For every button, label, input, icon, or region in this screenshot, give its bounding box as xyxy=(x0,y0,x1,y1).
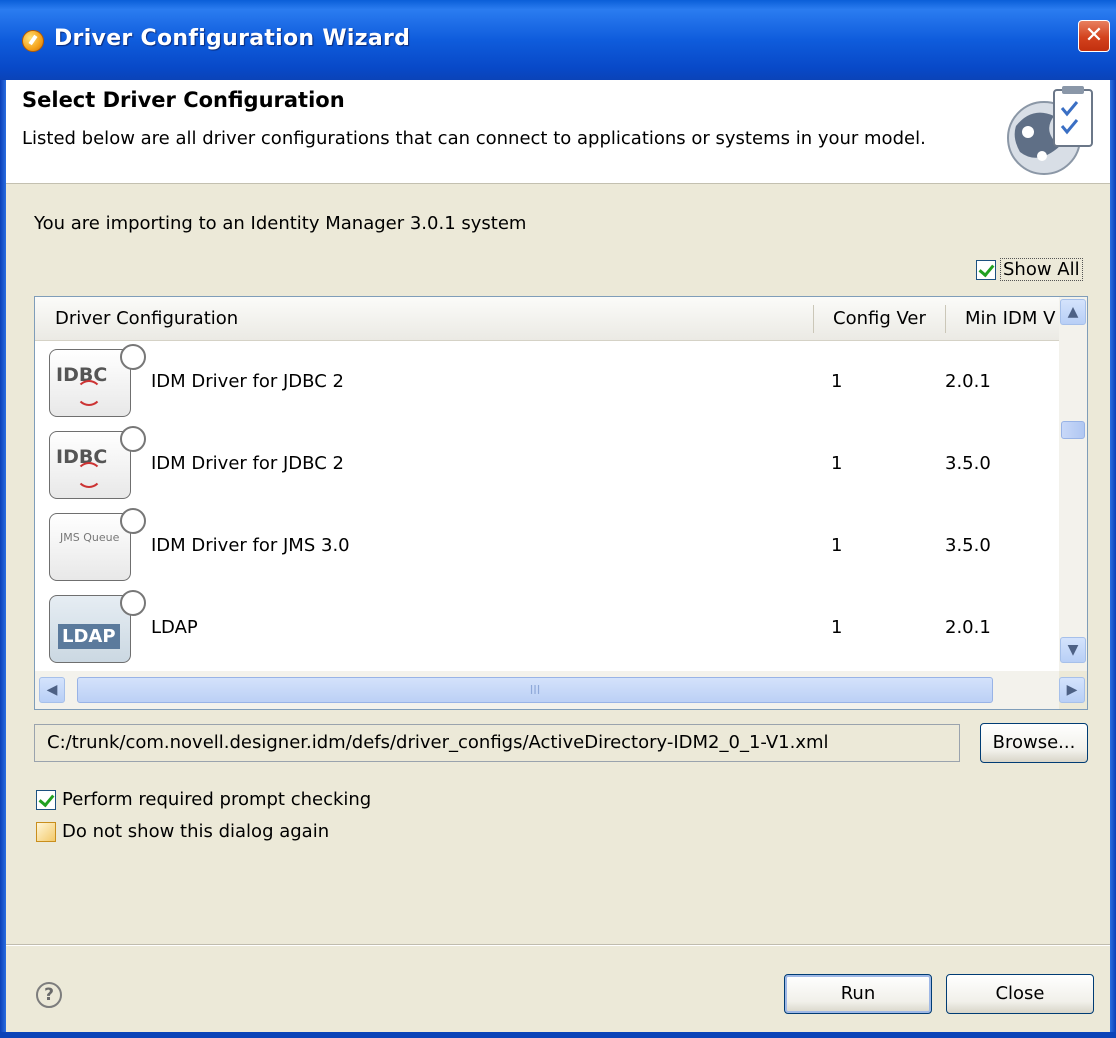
help-icon[interactable]: ? xyxy=(36,982,62,1008)
column-header-config-ver[interactable]: Config Ver xyxy=(833,297,941,341)
table-row[interactable]: IDBC IDM Driver for JDBC 2 1 2.0.1 xyxy=(35,341,1059,423)
table-row[interactable]: JMS Queue IDM Driver for JMS 3.0 1 3.5.0 xyxy=(35,505,1059,587)
driver-name: LDAP xyxy=(151,617,198,638)
window-frame-left xyxy=(0,80,6,1038)
jdbc-driver-icon: IDBC xyxy=(49,426,146,499)
driver-configuration-table: Driver Configuration Config Ver Min IDM … xyxy=(34,296,1088,710)
perform-prompt-checking-checkbox[interactable] xyxy=(36,790,56,810)
table-row[interactable]: IDBC IDM Driver for JDBC 2 1 3.5.0 xyxy=(35,423,1059,505)
vertical-scrollbar[interactable]: ▲ ▼ xyxy=(1059,297,1087,671)
column-header-driver-configuration[interactable]: Driver Configuration xyxy=(55,297,815,341)
driver-name: IDM Driver for JDBC 2 xyxy=(151,371,344,392)
run-button[interactable]: Run xyxy=(784,974,932,1014)
show-all-label[interactable]: Show All xyxy=(1000,258,1083,281)
perform-prompt-checking-label[interactable]: Perform required prompt checking xyxy=(62,789,371,810)
close-button[interactable]: Close xyxy=(946,974,1094,1014)
scroll-up-icon[interactable]: ▲ xyxy=(1060,299,1086,325)
jms-driver-icon: JMS Queue xyxy=(49,508,146,581)
driver-configuration-wizard-window: Driver Configuration Wizard ✕ Select Dri… xyxy=(0,0,1116,1038)
browse-button[interactable]: Browse... xyxy=(980,723,1088,763)
window-frame-bottom xyxy=(0,1032,1116,1038)
driver-name: IDM Driver for JDBC 2 xyxy=(151,453,344,474)
min-idm-version: 3.5.0 xyxy=(945,535,991,556)
column-header-min-idm-version[interactable]: Min IDM V xyxy=(965,297,1059,341)
config-version: 1 xyxy=(831,535,843,556)
table-row[interactable]: LDAP LDAP 1 2.0.1 xyxy=(35,587,1059,669)
driver-name: IDM Driver for JMS 3.0 xyxy=(151,535,350,556)
page-description: Listed below are all driver configuratio… xyxy=(22,128,926,149)
column-divider[interactable] xyxy=(945,305,946,333)
status-badge-icon xyxy=(120,508,146,534)
scroll-down-icon[interactable]: ▼ xyxy=(1060,637,1086,663)
do-not-show-again-checkbox[interactable] xyxy=(36,822,56,842)
vertical-scroll-thumb[interactable] xyxy=(1061,421,1085,439)
wizard-globe-icon xyxy=(22,30,44,52)
status-badge-icon xyxy=(120,344,146,370)
config-version: 1 xyxy=(831,617,843,638)
scroll-right-icon[interactable]: ▶ xyxy=(1059,677,1085,703)
window-title: Driver Configuration Wizard xyxy=(54,26,411,51)
config-version: 1 xyxy=(831,453,843,474)
horizontal-scrollbar[interactable]: ◀ III xyxy=(35,671,1059,709)
status-badge-icon xyxy=(120,426,146,452)
horizontal-scroll-thumb[interactable]: III xyxy=(77,677,993,703)
checklist-globe-icon xyxy=(1007,86,1093,175)
close-icon[interactable]: ✕ xyxy=(1078,20,1110,52)
jdbc-driver-icon: IDBC xyxy=(49,344,146,417)
import-target-text: You are importing to an Identity Manager… xyxy=(34,213,527,234)
page-title: Select Driver Configuration xyxy=(22,88,345,112)
min-idm-version: 2.0.1 xyxy=(945,617,991,638)
do-not-show-again-label[interactable]: Do not show this dialog again xyxy=(62,821,329,842)
status-badge-icon xyxy=(120,590,146,616)
footer-divider xyxy=(6,944,1110,946)
scroll-left-icon[interactable]: ◀ xyxy=(39,677,65,703)
table-header: Driver Configuration Config Ver Min IDM … xyxy=(35,297,1059,341)
ldap-driver-icon: LDAP xyxy=(49,590,146,663)
column-divider[interactable] xyxy=(813,305,814,333)
config-version: 1 xyxy=(831,371,843,392)
title-bar[interactable]: Driver Configuration Wizard ✕ xyxy=(0,0,1116,80)
scrollbar-corner: ▶ xyxy=(1059,671,1087,709)
show-all-checkbox[interactable] xyxy=(976,260,996,280)
min-idm-version: 2.0.1 xyxy=(945,371,991,392)
config-path-field[interactable]: C:/trunk/com.novell.designer.idm/defs/dr… xyxy=(34,724,960,762)
min-idm-version: 3.5.0 xyxy=(945,453,991,474)
header-banner: Select Driver Configuration Listed below… xyxy=(6,80,1110,184)
window-frame-right xyxy=(1110,80,1116,1038)
